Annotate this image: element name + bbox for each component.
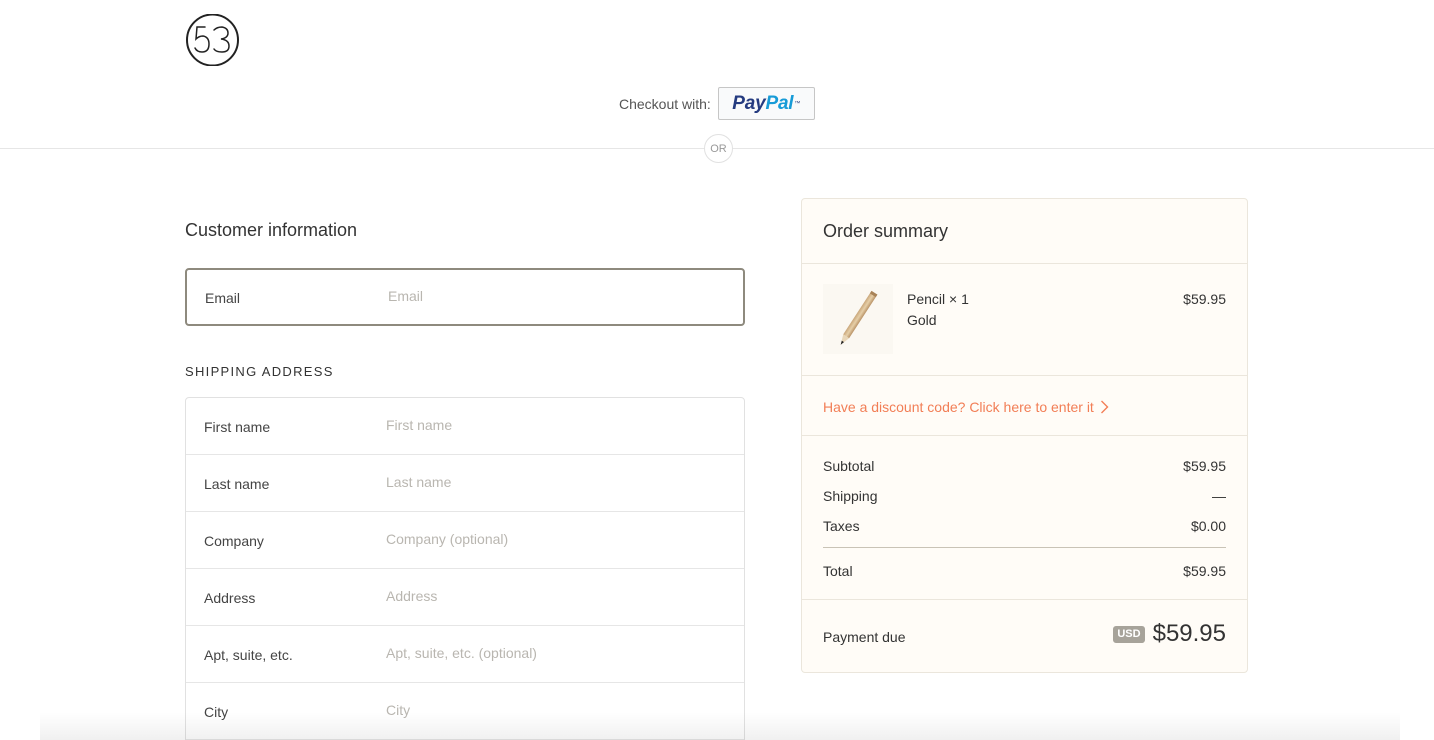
total-value: $59.95: [1183, 563, 1226, 579]
discount-code-link[interactable]: Have a discount code? Click here to ente…: [823, 399, 1109, 415]
product-name: Pencil × 1: [907, 291, 969, 307]
address-input[interactable]: [386, 588, 716, 604]
pencil-product-icon: [823, 284, 893, 354]
email-input[interactable]: [388, 288, 718, 304]
payment-due-amount: $59.95: [1152, 620, 1226, 647]
summary-divider: [802, 599, 1247, 600]
checkout-with-label: Checkout with:: [619, 95, 711, 112]
city-label: City: [204, 704, 229, 720]
last-name-input[interactable]: [386, 474, 716, 490]
paypal-button[interactable]: Pay Pal ™: [717, 87, 815, 120]
customer-info-title: Customer information: [185, 220, 358, 240]
apt-suite-input[interactable]: [386, 645, 716, 661]
or-divider-badge: OR: [704, 134, 733, 163]
company-label: Company: [204, 533, 264, 549]
shipping-row: Shipping —: [823, 488, 1226, 504]
subtotal-label: Subtotal: [823, 458, 875, 474]
shipping-value: —: [1212, 488, 1226, 504]
address-label: Address: [204, 590, 256, 606]
taxes-value: $0.00: [1190, 518, 1226, 534]
shipping-label: Shipping: [823, 488, 878, 504]
logo-53-icon[interactable]: [185, 14, 241, 66]
paypal-logo-pay: Pay: [732, 92, 766, 114]
summary-divider: [802, 435, 1247, 436]
checkout-page: Checkout with: Pay Pal ™ OR Customer infor…: [0, 0, 1434, 740]
first-name-input[interactable]: [386, 417, 716, 433]
shipping-address-form: First name Last name Company Address Apt…: [185, 397, 745, 740]
summary-divider: [802, 263, 1247, 264]
subtotal-value: $59.95: [1183, 458, 1226, 474]
payment-due-amount-group: USD $59.95: [1113, 620, 1226, 648]
currency-badge: USD: [1113, 625, 1145, 643]
express-checkout: Checkout with: Pay Pal ™: [619, 87, 815, 120]
last-name-row[interactable]: Last name: [186, 455, 744, 512]
chevron-right-icon: [1100, 400, 1109, 414]
product-price: $59.95: [1183, 291, 1226, 307]
apt-suite-row[interactable]: Apt, suite, etc.: [186, 626, 744, 683]
email-label: Email: [205, 290, 241, 306]
city-input[interactable]: [386, 702, 716, 718]
apt-suite-label: Apt, suite, etc.: [204, 647, 293, 663]
company-input[interactable]: [386, 531, 716, 547]
paypal-trademark: ™: [794, 100, 801, 107]
first-name-row[interactable]: First name: [186, 398, 744, 455]
address-row[interactable]: Address: [186, 569, 744, 626]
order-summary-title: Order summary: [823, 221, 949, 241]
order-summary-panel: Order summary Pencil × 1 Gold $59.95 Hav…: [801, 198, 1248, 673]
total-label: Total: [823, 563, 853, 579]
shipping-address-heading: SHIPPING ADDRESS: [185, 364, 334, 379]
total-row: Total $59.95: [823, 563, 1226, 579]
total-divider: [823, 547, 1226, 548]
payment-due-label: Payment due: [823, 629, 906, 645]
discount-code-text: Have a discount code? Click here to ente…: [823, 399, 1094, 415]
company-row[interactable]: Company: [186, 512, 744, 569]
first-name-label: First name: [204, 419, 271, 435]
product-variant: Gold: [907, 312, 937, 328]
subtotal-row: Subtotal $59.95: [823, 458, 1226, 474]
paypal-logo-pal: Pal: [765, 92, 794, 114]
last-name-label: Last name: [204, 476, 270, 492]
city-row[interactable]: City: [186, 683, 744, 740]
taxes-row: Taxes $0.00: [823, 518, 1226, 534]
email-field-container[interactable]: Email: [185, 268, 745, 326]
taxes-label: Taxes: [823, 518, 860, 534]
summary-divider: [802, 375, 1247, 376]
